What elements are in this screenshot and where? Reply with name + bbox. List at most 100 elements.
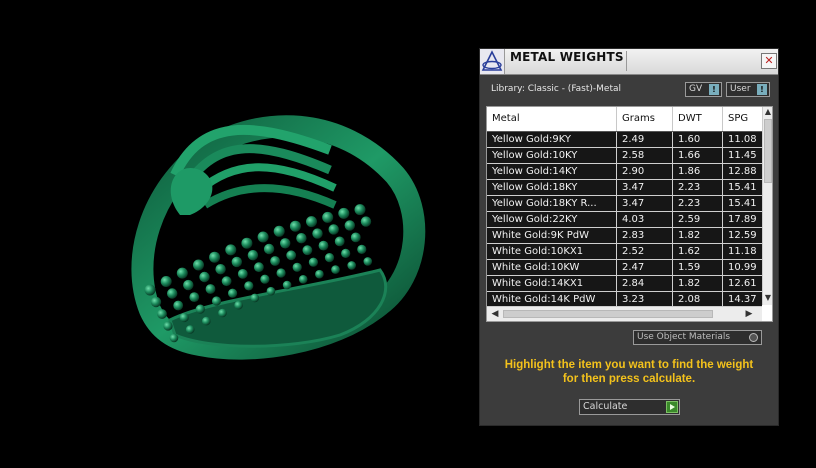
column-header-metal[interactable]: Metal — [487, 107, 617, 131]
table-body: Yellow Gold:9KY 2.49 1.60 11.08 Yellow Gold:… — [487, 132, 762, 308]
vertical-scroll-thumb[interactable] — [764, 119, 772, 183]
bead — [296, 233, 307, 244]
table-row[interactable]: White Gold:10KX1 2.52 1.62 11.18 — [487, 244, 762, 260]
column-header-grams[interactable]: Grams — [617, 107, 673, 131]
column-header-dwt[interactable]: DWT — [673, 107, 723, 131]
bead — [211, 296, 222, 306]
bead — [312, 228, 323, 239]
cell-grams: 3.23 — [617, 292, 673, 307]
cell-spg: 11.08 — [728, 134, 757, 145]
gv-toggle[interactable]: GV ! — [685, 82, 722, 97]
table-row[interactable]: White Gold:10KW 2.47 1.59 10.99 — [487, 260, 762, 276]
bead — [215, 264, 226, 275]
bead — [167, 288, 178, 299]
table-row[interactable]: White Gold:9K PdW 2.83 1.82 12.59 — [487, 228, 762, 244]
ring-knot — [170, 168, 213, 215]
scroll-down-icon[interactable]: ▼ — [763, 293, 772, 303]
bead — [328, 224, 339, 235]
bead — [363, 257, 373, 266]
horizontal-scroll-thumb[interactable] — [503, 310, 713, 318]
title-bar[interactable]: METAL WEIGHTS ✕ — [480, 49, 778, 75]
bead — [254, 262, 264, 273]
cell-spg: 17.89 — [728, 214, 757, 225]
cell-metal: Yellow Gold:18KY R... — [487, 196, 617, 211]
bead — [331, 265, 340, 274]
bead — [241, 237, 253, 249]
bead — [260, 274, 270, 284]
bead — [276, 268, 286, 278]
cell-grams: 2.47 — [617, 260, 673, 275]
user-toggle[interactable]: User ! — [726, 82, 770, 97]
table-row[interactable]: Yellow Gold:9KY 2.49 1.60 11.08 — [487, 132, 762, 148]
cell-dwt: 1.86 — [673, 164, 723, 179]
bead — [292, 262, 302, 272]
column-header-spg[interactable]: SPG — [723, 107, 762, 131]
bead — [257, 231, 269, 243]
table-row[interactable]: Yellow Gold:14KY 2.90 1.86 12.88 — [487, 164, 762, 180]
bead — [306, 216, 317, 228]
cell-grams: 3.47 — [617, 196, 673, 211]
bead — [237, 269, 248, 279]
table-row[interactable]: Yellow Gold:18KY 3.47 2.23 15.41 — [487, 180, 762, 196]
bead — [202, 316, 211, 326]
bead — [173, 300, 184, 311]
cell-spg: 15.41 — [728, 182, 757, 193]
library-label: Library: Classic - (Fast)-Metal — [491, 84, 622, 94]
table-row[interactable]: Yellow Gold:18KY R... 3.47 2.23 15.41 — [487, 196, 762, 212]
table-row[interactable]: Yellow Gold:10KY 2.58 1.66 11.45 — [487, 148, 762, 164]
cell-grams: 2.83 — [617, 228, 673, 243]
table-row[interactable]: Yellow Gold:22KY 4.03 2.59 17.89 — [487, 212, 762, 228]
cell-spg: 10.99 — [728, 262, 757, 273]
cell-metal: Yellow Gold:10KY — [487, 148, 617, 163]
app-logo-icon — [480, 49, 505, 74]
bead — [209, 251, 221, 263]
bead — [163, 321, 173, 331]
bead — [286, 250, 297, 261]
table-row[interactable]: White Gold:14KX1 2.84 1.82 12.61 — [487, 276, 762, 292]
cell-dwt: 1.82 — [673, 228, 723, 243]
instruction-line-2: for then press calculate. — [562, 373, 696, 385]
cell-metal: White Gold:10KX1 — [487, 244, 617, 259]
scroll-right-icon[interactable]: ▶ — [743, 308, 755, 320]
bead — [289, 220, 301, 232]
bead — [282, 280, 292, 290]
go-arrow-icon — [666, 401, 678, 413]
3d-viewport[interactable] — [0, 0, 478, 468]
bead — [334, 236, 345, 247]
bead — [221, 276, 232, 287]
close-button[interactable]: ✕ — [761, 53, 777, 69]
bead — [347, 261, 357, 270]
bead — [179, 312, 189, 323]
cell-dwt: 2.59 — [673, 212, 723, 227]
bead — [250, 293, 260, 303]
bead — [144, 284, 156, 296]
cell-dwt: 1.59 — [673, 260, 723, 275]
bead — [263, 243, 275, 255]
scroll-left-icon[interactable]: ◀ — [489, 308, 501, 320]
bead — [308, 257, 318, 267]
panel-title: METAL WEIGHTS — [510, 50, 624, 64]
gv-label: GV — [689, 84, 703, 94]
title-divider — [626, 51, 627, 71]
horizontal-scrollbar[interactable]: ◀ ▶ — [487, 306, 762, 321]
use-object-materials-toggle[interactable]: Use Object Materials — [633, 330, 762, 345]
cell-dwt: 2.23 — [673, 196, 723, 211]
scroll-up-icon[interactable]: ▲ — [763, 107, 772, 117]
bead — [199, 271, 210, 283]
close-icon: ✕ — [764, 54, 774, 67]
bead — [247, 250, 259, 261]
cell-grams: 3.47 — [617, 180, 673, 195]
vertical-scrollbar[interactable]: ▲ ▼ — [762, 107, 772, 305]
metal-weights-panel: METAL WEIGHTS ✕ Library: Classic - (Fast… — [479, 48, 779, 426]
bead — [273, 225, 285, 237]
ring-rib — [202, 184, 337, 209]
bead — [350, 232, 361, 243]
cell-metal: White Gold:10KW — [487, 260, 617, 275]
cell-spg: 12.61 — [728, 278, 757, 289]
bead — [205, 284, 216, 294]
cell-spg: 12.59 — [728, 230, 757, 241]
calculate-button[interactable]: Calculate — [579, 399, 680, 415]
cell-grams: 2.84 — [617, 276, 673, 291]
cell-dwt: 2.08 — [673, 292, 723, 307]
cell-dwt: 1.66 — [673, 148, 723, 163]
